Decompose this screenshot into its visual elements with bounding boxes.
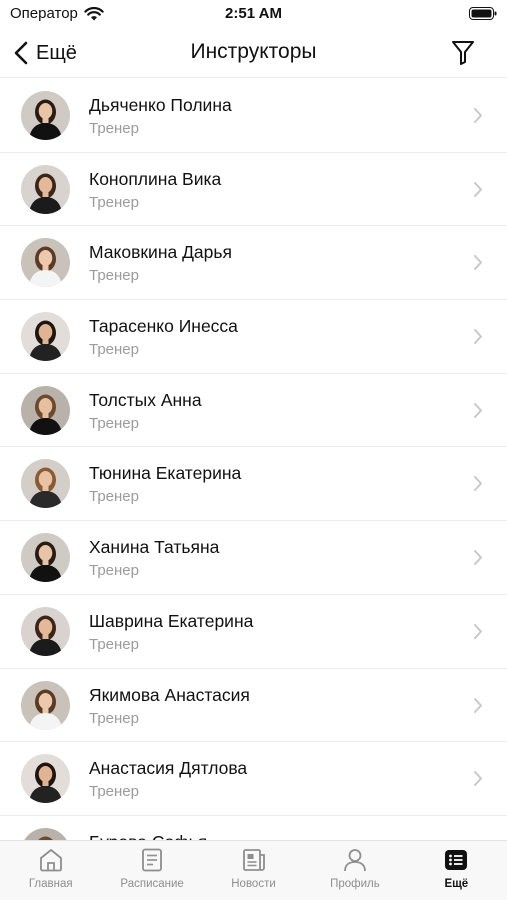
chevron-right-icon bbox=[474, 623, 482, 639]
status-bar: Оператор 2:51 AM bbox=[0, 0, 507, 28]
list-item[interactable]: Толстых Анна Тренер bbox=[0, 374, 507, 448]
avatar bbox=[21, 164, 70, 214]
tab-more[interactable]: Ещё bbox=[406, 841, 507, 900]
back-button[interactable]: Ещё bbox=[14, 38, 77, 68]
list-item[interactable]: Шаврина Екатерина Тренер bbox=[0, 595, 507, 669]
avatar bbox=[21, 680, 70, 730]
instructor-name: Дьяченко Полина bbox=[89, 95, 232, 115]
profile-icon bbox=[344, 849, 366, 872]
instructor-role: Тренер bbox=[89, 635, 139, 653]
instructor-role: Тренер bbox=[89, 562, 139, 580]
instructor-role: Тренер bbox=[89, 488, 139, 506]
list-item[interactable]: Тюнина Екатерина Тренер bbox=[0, 447, 507, 522]
chevron-right-icon bbox=[474, 329, 482, 345]
navigation-bar: Ещё Инструкторы bbox=[0, 28, 507, 78]
chevron-left-icon bbox=[14, 41, 28, 65]
tab-home[interactable]: Главная bbox=[0, 841, 101, 900]
schedule-icon bbox=[142, 848, 163, 872]
filter-icon[interactable] bbox=[451, 40, 475, 66]
list-item[interactable]: Ханина Татьяна Тренер bbox=[0, 521, 507, 595]
list-item[interactable]: Анастасия Дятлова Тренер bbox=[0, 742, 507, 816]
instructor-role: Тренер bbox=[89, 193, 139, 211]
more-icon bbox=[445, 850, 468, 870]
instructor-name: Тарасенко Инесса bbox=[89, 316, 238, 337]
home-icon bbox=[39, 849, 62, 872]
tab-news[interactable]: Новости bbox=[203, 841, 304, 900]
tab-label: Расписание bbox=[120, 878, 184, 890]
instructor-list: Дьяченко Полина Тренер Коноплина Вика Трене… bbox=[0, 79, 507, 847]
instructor-name: Тюнина Екатерина bbox=[89, 463, 242, 484]
tab-schedule[interactable]: Расписание bbox=[101, 841, 202, 900]
list-item[interactable]: Дьяченко Полина Тренер bbox=[0, 79, 507, 153]
chevron-right-icon bbox=[474, 255, 482, 271]
list-item[interactable]: Коноплина Вика Тренер bbox=[0, 153, 507, 227]
instructor-role: Тренер bbox=[89, 709, 139, 727]
chevron-right-icon bbox=[474, 771, 482, 787]
instructor-role: Тренер bbox=[89, 414, 139, 432]
chevron-right-icon bbox=[474, 108, 482, 123]
tab-label: Новости bbox=[231, 878, 276, 890]
list-item[interactable]: Якимова Анастасия Тренер bbox=[0, 669, 507, 743]
avatar bbox=[21, 238, 70, 288]
instructor-role: Тренер bbox=[89, 783, 139, 801]
chevron-right-icon bbox=[474, 181, 482, 197]
chevron-right-icon bbox=[474, 550, 482, 566]
list-item[interactable]: Маковкина Дарья Тренер bbox=[0, 226, 507, 301]
instructor-name: Якимова Анастасия bbox=[89, 684, 250, 705]
tab-bar: Главная Расписание Новости Профиль Ещё bbox=[0, 840, 507, 900]
tab-label: Профиль bbox=[330, 878, 380, 890]
instructor-name: Толстых Анна bbox=[89, 389, 202, 410]
avatar bbox=[21, 459, 70, 509]
avatar bbox=[21, 606, 70, 656]
instructor-role: Тренер bbox=[89, 267, 139, 285]
avatar bbox=[21, 754, 70, 804]
avatar bbox=[21, 533, 70, 583]
avatar bbox=[21, 91, 70, 140]
instructor-name: Шаврина Екатерина bbox=[89, 610, 254, 631]
chevron-right-icon bbox=[474, 476, 482, 492]
back-button-label: Ещё bbox=[36, 41, 77, 64]
instructor-role: Тренер bbox=[89, 120, 139, 137]
instructor-name: Коноплина Вика bbox=[89, 168, 222, 189]
tab-label: Главная bbox=[28, 878, 73, 890]
instructor-name: Ханина Татьяна bbox=[89, 537, 220, 558]
chevron-right-icon bbox=[474, 402, 482, 418]
tab-label: Ещё bbox=[444, 878, 469, 890]
instructor-role: Тренер bbox=[89, 341, 139, 359]
news-icon bbox=[242, 849, 265, 871]
status-time: 2:51 AM bbox=[225, 5, 282, 22]
list-item[interactable]: Тарасенко Инесса Тренер bbox=[0, 300, 507, 374]
chevron-right-icon bbox=[474, 697, 482, 713]
avatar bbox=[21, 385, 70, 435]
instructor-name: Анастасия Дятлова bbox=[89, 758, 248, 779]
battery-icon bbox=[469, 7, 497, 20]
tab-profile[interactable]: Профиль bbox=[304, 841, 405, 900]
avatar bbox=[21, 312, 70, 362]
instructor-name: Маковкина Дарья bbox=[89, 242, 232, 263]
